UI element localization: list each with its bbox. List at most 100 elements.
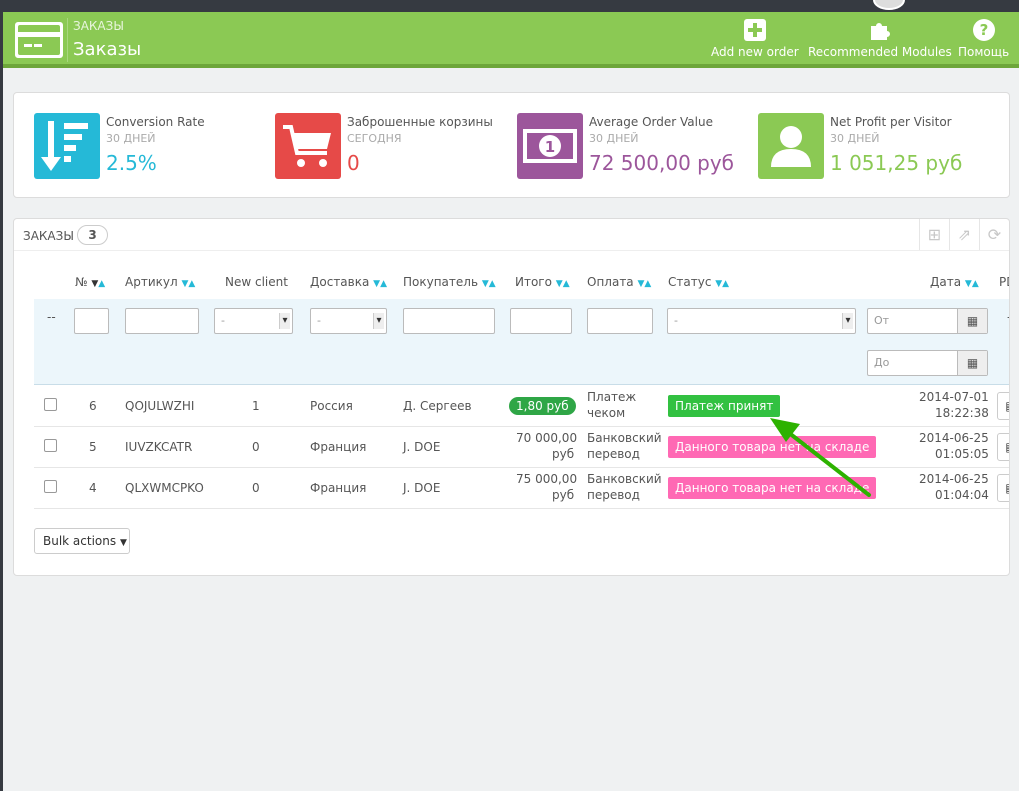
bulk-actions-button[interactable]: Bulk actions ▼ (34, 528, 130, 554)
filter-date-to-input[interactable]: До ▦ (867, 350, 988, 376)
cell-total-line2: руб (552, 447, 575, 461)
date-to-placeholder: До (874, 356, 890, 369)
help-label: Помощь (958, 45, 1010, 59)
filter-total-input[interactable] (510, 308, 572, 334)
svg-text:?: ? (979, 21, 988, 39)
column-header-id[interactable]: № ▼▲ (75, 275, 105, 289)
shopping-cart-icon (275, 113, 341, 179)
breadcrumb[interactable]: ЗАКАЗЫ (73, 19, 124, 33)
cell-date: 2014-07-01 (919, 390, 989, 404)
column-header-customer[interactable]: Покупатель ▼▲ (403, 275, 496, 289)
puzzle-icon (870, 23, 890, 40)
cell-reference: IUVZKCATR (125, 440, 193, 454)
cell-time: 01:05:05 (935, 447, 989, 461)
header-divider (67, 18, 68, 62)
kpi-panel: Conversion Rate 30 ДНЕЙ 2.5% Заброшенные… (13, 92, 1010, 198)
cell-reference: QLXWMCPKO (125, 481, 204, 495)
cell-new-client: 0 (252, 481, 260, 495)
cell-id: 6 (89, 399, 97, 413)
kpi-value: 0 (347, 151, 360, 175)
caret-down-icon: ▼ (119, 538, 127, 548)
pdf-file-icon[interactable]: ▤ (997, 474, 1009, 502)
left-edge (0, 0, 3, 791)
cell-delivery: Франция (310, 440, 367, 454)
sort-amount-down-icon (34, 113, 100, 179)
calendar-icon[interactable]: ▦ (957, 351, 987, 375)
column-header-reference[interactable]: Артикул ▼▲ (125, 275, 195, 289)
row-checkbox[interactable] (44, 398, 57, 411)
cell-new-client: 1 (252, 399, 260, 413)
page-title: Заказы (73, 39, 142, 60)
avatar[interactable] (873, 0, 905, 10)
calendar-icon[interactable]: ▦ (957, 309, 987, 333)
kpi-value: 2.5% (106, 151, 157, 175)
row-checkbox[interactable] (44, 439, 57, 452)
filter-row: -- - - - От ▦ До ▦ -- (34, 299, 1009, 385)
status-badge: Данного товара нет на складе (668, 477, 877, 499)
add-icon[interactable]: ⊞ (919, 219, 949, 250)
kpi-label: Заброшенные корзины (347, 115, 493, 129)
panel-divider (14, 250, 1009, 251)
column-header-delivery[interactable]: Доставка ▼▲ (310, 275, 387, 289)
pdf-file-icon[interactable]: ▤ (997, 433, 1009, 461)
user-icon (758, 113, 824, 179)
kpi-period: 30 ДНЕЙ (106, 132, 156, 145)
kpi-value: 72 500,00 руб (589, 151, 735, 175)
cell-payment-line2: перевод (587, 488, 640, 502)
pdf-file-icon[interactable]: ▤ (997, 392, 1009, 420)
cell-payment-line1: Платеж (587, 390, 637, 404)
column-header-payment[interactable]: Оплата ▼▲ (587, 275, 651, 289)
add-new-order-button[interactable]: Add new order (711, 18, 799, 59)
money-icon: 1 (517, 113, 583, 179)
column-header-date[interactable]: Дата ▼▲ (930, 275, 979, 289)
cell-total-line1: 75 000,00 (516, 472, 578, 486)
filter-checkbox-placeholder: -- (47, 310, 56, 324)
filter-delivery-select[interactable]: - (310, 308, 387, 334)
orders-count-badge: 3 (77, 225, 108, 245)
export-icon[interactable]: ⇗ (949, 219, 979, 250)
cell-total-line1: 70 000,00 (516, 431, 578, 445)
page-header: ЗАКАЗЫ Заказы Add new order Recommended … (3, 12, 1019, 68)
help-button[interactable]: ? Помощь (958, 18, 1009, 59)
filter-reference-input[interactable] (125, 308, 199, 334)
plus-square-icon (743, 19, 766, 41)
kpi-period: СЕГОДНЯ (347, 132, 402, 145)
top-strip (0, 0, 1019, 12)
status-badge: Платеж принят (668, 395, 781, 417)
filter-status-select[interactable]: - (667, 308, 856, 334)
orders-panel: ЗАКАЗЫ 3 ⊞ ⇗ ⟳ № ▼▲ Артикул ▼▲ New clien… (13, 218, 1010, 576)
recommended-modules-button[interactable]: Recommended Modules (808, 18, 952, 59)
cell-total-badge: 1,80 руб (509, 397, 576, 415)
kpi-period: 30 ДНЕЙ (589, 132, 639, 145)
cell-reference: QOJULWZHI (125, 399, 195, 413)
cell-customer: J. DOE (403, 440, 441, 454)
cell-customer: Д. Сергеев (403, 399, 472, 413)
row-checkbox[interactable] (44, 480, 57, 493)
column-header-new-client: New client (225, 275, 288, 289)
filter-payment-input[interactable] (587, 308, 653, 334)
filter-id-input[interactable] (74, 308, 109, 334)
svg-text:1: 1 (545, 138, 555, 156)
help-icon: ? (972, 19, 995, 41)
column-header-total[interactable]: Итого ▼▲ (515, 275, 570, 289)
kpi-label: Average Order Value (589, 115, 713, 129)
cell-payment-line2: чеком (587, 406, 626, 420)
cell-time: 18:22:38 (935, 406, 989, 420)
cell-date: 2014-06-25 (919, 431, 989, 445)
status-badge: Данного товара нет на складе (668, 436, 877, 458)
column-header-pdf: PDF (999, 275, 1009, 289)
filter-date-from-input[interactable]: От ▦ (867, 308, 988, 334)
refresh-icon[interactable]: ⟳ (979, 219, 1009, 250)
cell-time: 01:04:04 (935, 488, 989, 502)
column-header-status[interactable]: Статус ▼▲ (668, 275, 729, 289)
filter-customer-input[interactable] (403, 308, 495, 334)
add-new-order-label: Add new order (711, 45, 799, 59)
kpi-period: 30 ДНЕЙ (830, 132, 880, 145)
filter-new-client-select[interactable]: - (214, 308, 293, 334)
cell-date: 2014-06-25 (919, 472, 989, 486)
table-row[interactable]: 4 QLXWMCPKO 0 Франция J. DOE 75 000,00 р… (34, 468, 1009, 509)
table-row[interactable]: 5 IUVZKCATR 0 Франция J. DOE 70 000,00 р… (34, 427, 1009, 468)
cell-customer: J. DOE (403, 481, 441, 495)
table-row[interactable]: 6 QOJULWZHI 1 Россия Д. Сергеев 1,80 руб… (34, 386, 1009, 427)
cell-payment-line1: Банковский (587, 472, 662, 486)
